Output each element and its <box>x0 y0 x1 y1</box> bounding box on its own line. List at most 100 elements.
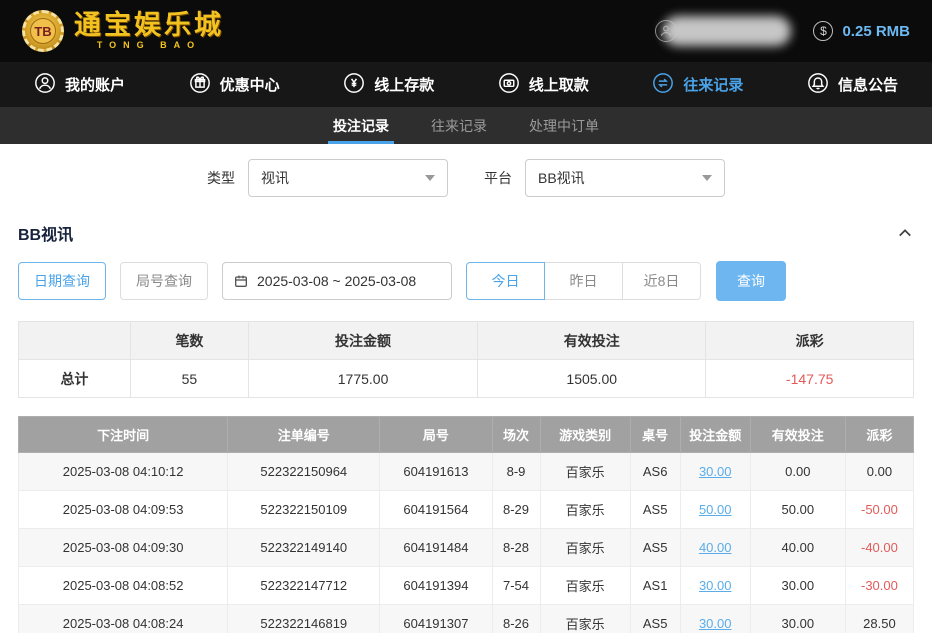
dropdown-caret-icon <box>425 175 435 181</box>
header-right: $ 0.25 RMB <box>655 16 910 46</box>
content: 类型 视讯 平台 BB视讯 BB视讯 日期查询 局号查询 2025-03-08 … <box>0 159 932 633</box>
nav-item-my-account[interactable]: 我的账户 <box>34 62 125 107</box>
platform-label: 平台 <box>484 168 512 188</box>
tab-betting-records[interactable]: 投注记录 <box>328 107 394 144</box>
search-button[interactable]: 查询 <box>716 261 786 301</box>
cell-game: 百家乐 <box>540 453 630 491</box>
logo-badge: TB <box>30 18 56 44</box>
balance-amount: 0.25 RMB <box>842 23 910 40</box>
cell-table: AS5 <box>630 491 680 529</box>
logo-text: 通宝娱乐城 TONG BAO <box>74 11 224 51</box>
user-icon <box>34 72 56 98</box>
cell-payout: 28.50 <box>845 605 913 633</box>
nav-item-label: 我的账户 <box>65 74 125 95</box>
cell-round: 604191564 <box>380 491 492 529</box>
top-header: TB 通宝娱乐城 TONG BAO $ 0.25 RMB <box>0 0 932 62</box>
col-order-number: 注单编号 <box>228 417 380 453</box>
nav-item-promotions[interactable]: 优惠中心 <box>189 62 280 107</box>
summary-header-row: 笔数 投注金额 有效投注 派彩 <box>19 322 914 360</box>
section-header: BB视讯 <box>18 221 914 245</box>
type-dropdown-value: 视讯 <box>261 168 289 188</box>
cell-table: AS5 <box>630 529 680 567</box>
cell-game: 百家乐 <box>540 491 630 529</box>
cell-time: 2025-03-08 04:08:24 <box>19 605 228 633</box>
col-payout: 派彩 <box>845 417 913 453</box>
chevron-up-icon[interactable] <box>896 224 914 242</box>
cell-payout: 0.00 <box>845 453 913 491</box>
today-button[interactable]: 今日 <box>466 262 545 300</box>
col-bet-time: 下注时间 <box>19 417 228 453</box>
summary-count: 55 <box>130 360 248 398</box>
table-row: 2025-03-08 04:08:24 522322146819 6041913… <box>19 605 914 633</box>
date-range-input[interactable]: 2025-03-08 ~ 2025-03-08 <box>222 262 452 300</box>
bet-amount-link[interactable]: 30.00 <box>699 578 732 593</box>
cell-session: 7-54 <box>492 567 540 605</box>
nav-item-label: 信息公告 <box>838 74 898 95</box>
table-row: 2025-03-08 04:09:53 522322150109 6041915… <box>19 491 914 529</box>
table-row: 2025-03-08 04:09:30 522322149140 6041914… <box>19 529 914 567</box>
bet-amount-link[interactable]: 50.00 <box>699 502 732 517</box>
cell-round: 604191307 <box>380 605 492 633</box>
yesterday-button[interactable]: 昨日 <box>544 262 623 300</box>
cell-time: 2025-03-08 04:10:12 <box>19 453 228 491</box>
nav-item-label: 往来记录 <box>683 74 743 95</box>
col-round-number: 局号 <box>380 417 492 453</box>
cell-session: 8-26 <box>492 605 540 633</box>
nav-item-withdrawal[interactable]: 线上取款 <box>498 62 589 107</box>
nav-item-label: 优惠中心 <box>220 74 280 95</box>
date-range-value: 2025-03-08 ~ 2025-03-08 <box>257 273 416 289</box>
cell-game: 百家乐 <box>540 605 630 633</box>
summary-header-payout: 派彩 <box>706 322 914 360</box>
filter-row: 类型 视讯 平台 BB视讯 <box>18 159 914 197</box>
platform-dropdown[interactable]: BB视讯 <box>525 159 725 197</box>
sub-nav: 投注记录 往来记录 处理中订单 <box>0 107 932 144</box>
cell-payout: -50.00 <box>845 491 913 529</box>
nav-item-announcements[interactable]: 信息公告 <box>807 62 898 107</box>
summary-payout: -147.75 <box>706 360 914 398</box>
cell-payout: -40.00 <box>845 529 913 567</box>
dropdown-caret-icon <box>702 175 712 181</box>
main-nav: 我的账户 优惠中心 线上存款 线上取款 往来记录 <box>0 62 932 107</box>
cell-table: AS1 <box>630 567 680 605</box>
summary-header-blank <box>19 322 131 360</box>
cell-time: 2025-03-08 04:09:30 <box>19 529 228 567</box>
bet-amount-link[interactable]: 30.00 <box>699 464 732 479</box>
cell-time: 2025-03-08 04:09:53 <box>19 491 228 529</box>
announcement-icon <box>807 72 829 98</box>
cell-time: 2025-03-08 04:08:52 <box>19 567 228 605</box>
nav-item-label: 线上取款 <box>529 74 589 95</box>
date-query-button[interactable]: 日期查询 <box>18 262 106 300</box>
summary-total-row: 总计 55 1775.00 1505.00 -147.75 <box>19 360 914 398</box>
summary-total-label: 总计 <box>19 360 131 398</box>
bet-amount-link[interactable]: 30.00 <box>699 616 732 631</box>
logo[interactable]: TB 通宝娱乐城 TONG BAO <box>22 10 224 52</box>
logo-chip-icon: TB <box>22 10 64 52</box>
cell-game: 百家乐 <box>540 529 630 567</box>
tab-transaction-records[interactable]: 往来记录 <box>426 107 492 144</box>
cell-session: 8-28 <box>492 529 540 567</box>
summary-table: 笔数 投注金额 有效投注 派彩 总计 55 1775.00 1505.00 -1… <box>18 321 914 398</box>
nav-item-transaction-records[interactable]: 往来记录 <box>652 62 743 107</box>
cell-payout: -30.00 <box>845 567 913 605</box>
last-8-days-button[interactable]: 近8日 <box>622 262 701 300</box>
cell-session: 8-9 <box>492 453 540 491</box>
round-query-button[interactable]: 局号查询 <box>120 262 208 300</box>
summary-bet-amount: 1775.00 <box>249 360 478 398</box>
bet-records-table: 下注时间 注单编号 局号 场次 游戏类别 桌号 投注金额 有效投注 派彩 202… <box>18 416 914 633</box>
col-game-type: 游戏类别 <box>540 417 630 453</box>
type-dropdown[interactable]: 视讯 <box>248 159 448 197</box>
toolbar: 日期查询 局号查询 2025-03-08 ~ 2025-03-08 今日 昨日 … <box>18 261 914 301</box>
calendar-icon <box>233 273 249 289</box>
dollar-icon: $ <box>813 21 833 41</box>
nav-item-deposit[interactable]: 线上存款 <box>343 62 434 107</box>
table-header-row: 下注时间 注单编号 局号 场次 游戏类别 桌号 投注金额 有效投注 派彩 <box>19 417 914 453</box>
cell-order: 522322147712 <box>228 567 380 605</box>
summary-header-count: 笔数 <box>130 322 248 360</box>
platform-dropdown-value: BB视讯 <box>538 168 585 188</box>
tab-pending-orders[interactable]: 处理中订单 <box>524 107 604 144</box>
bet-amount-link[interactable]: 40.00 <box>699 540 732 555</box>
col-session: 场次 <box>492 417 540 453</box>
cell-order: 522322150964 <box>228 453 380 491</box>
logo-title: 通宝娱乐城 <box>74 11 224 39</box>
summary-valid-bet: 1505.00 <box>478 360 706 398</box>
